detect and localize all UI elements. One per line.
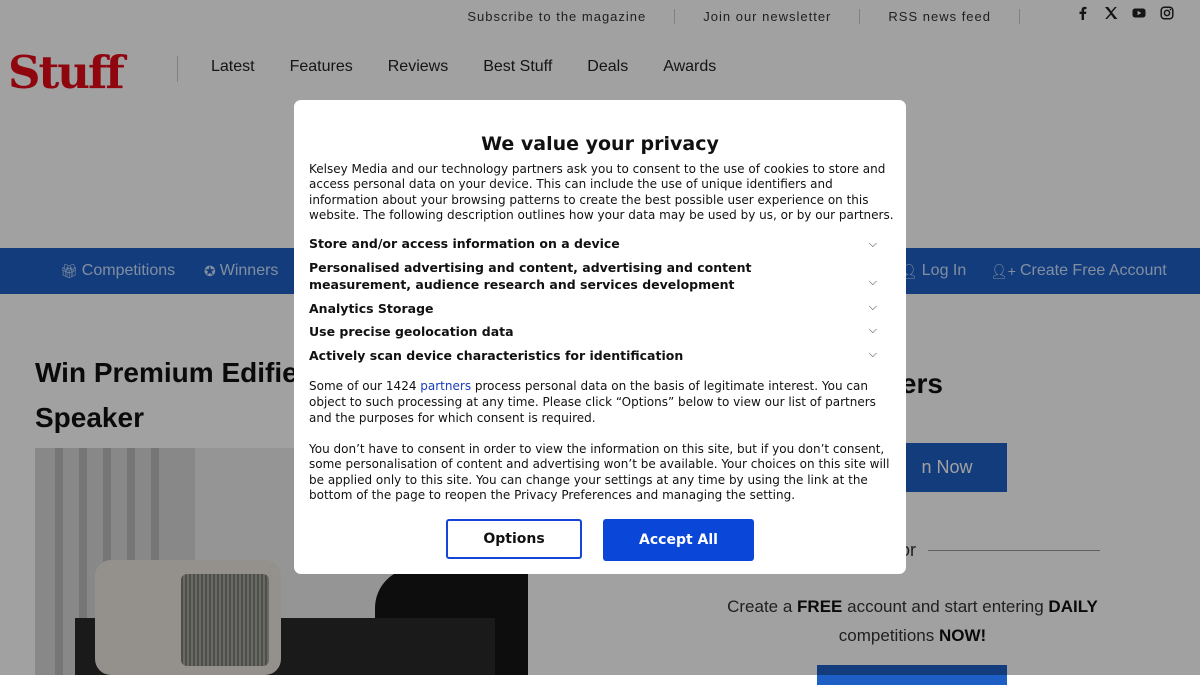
purpose-geolocation[interactable]: Use precise geolocation data ⌵ — [309, 323, 887, 347]
chevron-down-icon[interactable]: ⌵ — [869, 345, 877, 362]
chevron-down-icon[interactable]: ⌵ — [869, 321, 877, 338]
purpose-device-scan[interactable]: Actively scan device characteristics for… — [309, 347, 887, 371]
purpose-list: Store and/or access information on a dev… — [309, 235, 887, 371]
purpose-label: Use precise geolocation data — [309, 324, 514, 339]
purpose-analytics-storage[interactable]: Analytics Storage ⌵ — [309, 300, 887, 323]
legit-text-1: Some of our 1424 — [309, 379, 421, 393]
purpose-personalised-ads[interactable]: Personalised advertising and content, ad… — [309, 259, 887, 300]
purpose-label: Actively scan device characteristics for… — [309, 348, 684, 363]
dialog-intro-text: Kelsey Media and our technology partners… — [309, 162, 894, 222]
privacy-dialog: We value your privacy Kelsey Media and o… — [294, 100, 906, 574]
consent-info-text: You don’t have to consent in order to vi… — [309, 442, 890, 502]
purpose-label: Store and/or access information on a dev… — [309, 236, 620, 251]
dialog-title: We value your privacy — [481, 133, 719, 155]
purpose-store-access[interactable]: Store and/or access information on a dev… — [309, 235, 887, 259]
chevron-down-icon[interactable]: ⌵ — [869, 273, 877, 290]
purpose-label: Analytics Storage — [309, 301, 434, 316]
accept-all-button[interactable]: Accept All — [603, 519, 754, 561]
options-button[interactable]: Options — [446, 519, 582, 559]
purpose-label: Personalised advertising and content, ad… — [309, 260, 752, 292]
chevron-down-icon[interactable]: ⌵ — [869, 298, 877, 315]
chevron-down-icon[interactable]: ⌵ — [869, 235, 877, 252]
legitimate-interest-text: Some of our 1424 partners process person… — [309, 379, 894, 426]
partners-link[interactable]: partners — [420, 379, 471, 393]
